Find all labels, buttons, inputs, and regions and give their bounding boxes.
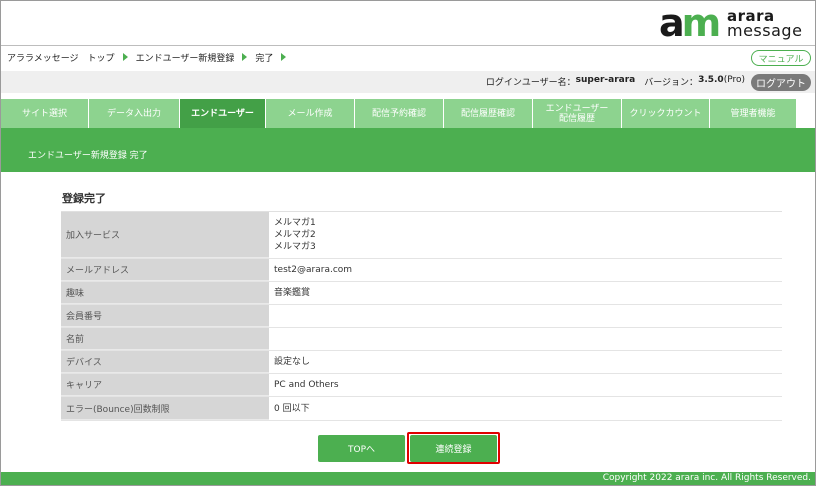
breadcrumb-item-register[interactable]: エンドユーザー新規登録 [136,51,235,64]
chevron-right-icon [242,53,248,61]
login-user-name: super-arara [575,75,636,85]
top-button[interactable]: TOPへ [318,435,405,462]
chevron-right-icon [122,53,128,61]
tab-mail-create[interactable]: メール作成 [266,99,355,128]
row-label: 趣味 [61,282,269,304]
footer: Copyright 2022 arara inc. All Rights Res… [1,472,815,485]
table-row: 会員番号 [61,305,782,328]
tab-end-user-delivery-history[interactable]: エンドユーザー 配信履歴 [533,99,622,128]
row-label: キャリア [61,374,269,396]
chevron-right-icon [281,53,287,61]
table-row: キャリア PC and Others [61,374,782,397]
row-label: 名前 [61,328,269,350]
logo-mark: am [659,1,721,45]
page-title: エンドユーザー新規登録 完了 [28,151,148,161]
result-table: 加入サービス メルマガ1 メルマガ2 メルマガ3 メールアドレス test2@a… [61,211,782,421]
manual-button[interactable]: マニュアル [751,50,811,66]
row-label: デバイス [61,351,269,373]
breadcrumb-item-complete: 完了 [255,53,274,64]
logo-text-bottom: message [727,21,803,40]
row-value: 設定なし [274,357,311,367]
breadcrumb: アララメッセージ トップ エンドユーザー新規登録 完了 [7,50,294,64]
breadcrumb-item-top[interactable]: アララメッセージ トップ [7,51,115,64]
arara-message-logo[interactable]: am arara message [659,1,809,45]
login-info: ログインユーザー名： super-arara バージョン： 3.5.0 (Pro… [485,75,745,88]
row-value: 0 回以下 [274,403,310,414]
table-row: エラー(Bounce)回数制限 0 回以下 [61,397,782,421]
tab-click-count[interactable]: クリックカウント [622,99,710,128]
row-label: 加入サービス [61,212,269,258]
table-row: デバイス 設定なし [61,351,782,374]
table-row: 加入サービス メルマガ1 メルマガ2 メルマガ3 [61,212,782,259]
section-title: 登録完了 [62,192,106,205]
tab-data-io[interactable]: データ入出力 [89,99,180,128]
row-value: PC and Others [274,380,339,390]
version-number: 3.5.0 [698,75,724,85]
row-value [269,328,782,350]
row-label: 会員番号 [61,305,269,327]
row-label: エラー(Bounce)回数制限 [61,397,269,420]
tab-delivery-history[interactable]: 配信履歴確認 [444,99,533,128]
tab-delivery-reservation[interactable]: 配信予約確認 [355,99,444,128]
info-bar: ログインユーザー名： super-arara バージョン： 3.5.0 (Pro… [1,71,815,93]
copyright-text: Copyright 2022 arara inc. All Rights Res… [602,473,811,483]
row-value: メルマガ1 メルマガ2 メルマガ3 [274,218,316,252]
row-value [269,305,782,327]
highlight-box [407,432,500,464]
tab-admin[interactable]: 管理者機能 [710,99,797,128]
header: am arara message [1,1,815,46]
row-value: 音楽鑑賞 [274,288,311,298]
row-label: メールアドレス [61,259,269,281]
table-row: 名前 [61,328,782,351]
table-row: 趣味 音楽鑑賞 [61,282,782,305]
main-tabs: サイト選択 データ入出力 エンドユーザー メール作成 配信予約確認 配信履歴確認… [1,99,815,128]
tab-end-user[interactable]: エンドユーザー [180,99,266,128]
row-value: test2@arara.com [274,265,353,275]
tab-site-select[interactable]: サイト選択 [1,99,89,128]
table-row: メールアドレス test2@arara.com [61,259,782,282]
tab-spacer [797,99,815,128]
logout-button[interactable]: ログアウト [751,74,811,91]
